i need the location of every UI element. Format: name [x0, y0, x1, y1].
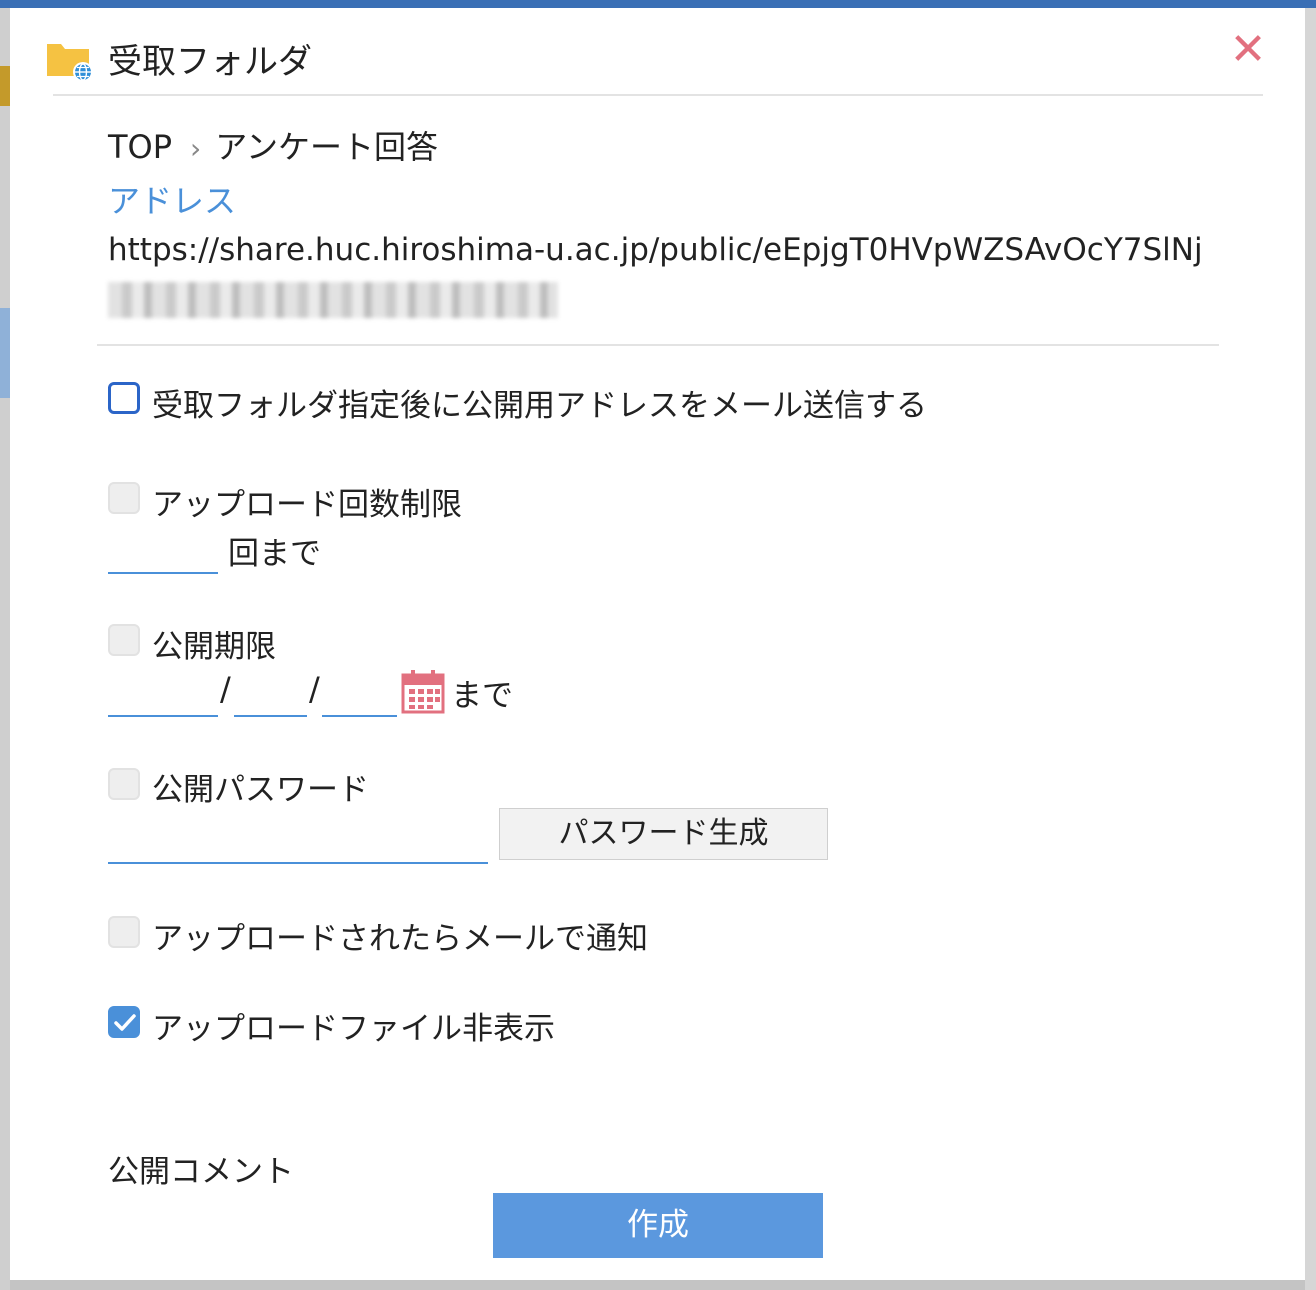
- expiry-checkbox[interactable]: [108, 624, 140, 656]
- date-separator: /: [309, 670, 320, 708]
- address-url-redacted: [108, 282, 558, 318]
- password-label: 公開パスワード: [152, 772, 369, 808]
- breadcrumb: TOP › アンケート回答: [108, 122, 438, 168]
- background-left-strip: [0, 8, 10, 1290]
- date-separator: /: [220, 670, 231, 708]
- breadcrumb-top[interactable]: TOP: [108, 128, 172, 166]
- notify-checkbox[interactable]: [108, 916, 140, 948]
- breadcrumb-current: アンケート回答: [215, 128, 438, 166]
- background-tab: [0, 66, 10, 106]
- receive-folder-dialog: 受取フォルダ ✕ TOP › アンケート回答 アドレス https://share.…: [10, 8, 1305, 1280]
- hide-files-label: アップロードファイル非表示: [152, 1011, 555, 1047]
- upload-limit-checkbox[interactable]: [108, 482, 140, 514]
- background-right-strip: [1305, 8, 1316, 1290]
- expiry-year-input[interactable]: [108, 681, 218, 717]
- folder-globe-icon: [47, 44, 93, 82]
- background-bottom: [10, 1280, 1305, 1290]
- expiry-month-input[interactable]: [234, 681, 307, 717]
- section-divider: [97, 344, 1219, 346]
- upload-limit-count-input[interactable]: [108, 538, 218, 574]
- create-button[interactable]: 作成: [493, 1193, 823, 1258]
- background-selection: [0, 308, 10, 398]
- generate-password-button[interactable]: パスワード生成: [499, 808, 828, 860]
- check-icon: [114, 1014, 136, 1031]
- expiry-suffix: まで: [451, 678, 513, 714]
- dialog-title: 受取フォルダ: [108, 42, 312, 82]
- close-icon[interactable]: ✕: [1228, 28, 1268, 72]
- header-divider: [53, 94, 1263, 96]
- chevron-right-icon: ›: [190, 132, 202, 165]
- expiry-day-input[interactable]: [322, 681, 397, 717]
- send-mail-checkbox[interactable]: [108, 382, 140, 414]
- hide-files-checkbox[interactable]: [108, 1006, 140, 1038]
- public-comment-label: 公開コメント: [108, 1154, 294, 1190]
- upload-limit-label: アップロード回数制限: [152, 487, 462, 523]
- background-topbar: [0, 0, 1316, 8]
- password-input[interactable]: [108, 828, 488, 864]
- address-label: アドレス: [108, 182, 237, 220]
- notify-label: アップロードされたらメールで通知: [152, 921, 648, 957]
- upload-limit-suffix: 回まで: [228, 536, 321, 572]
- expiry-label: 公開期限: [152, 629, 276, 665]
- password-checkbox[interactable]: [108, 768, 140, 800]
- send-mail-label: 受取フォルダ指定後に公開用アドレスをメール送信する: [152, 388, 927, 424]
- calendar-icon[interactable]: [401, 668, 445, 714]
- address-url: https://share.huc.hiroshima-u.ac.jp/publ…: [108, 232, 1203, 268]
